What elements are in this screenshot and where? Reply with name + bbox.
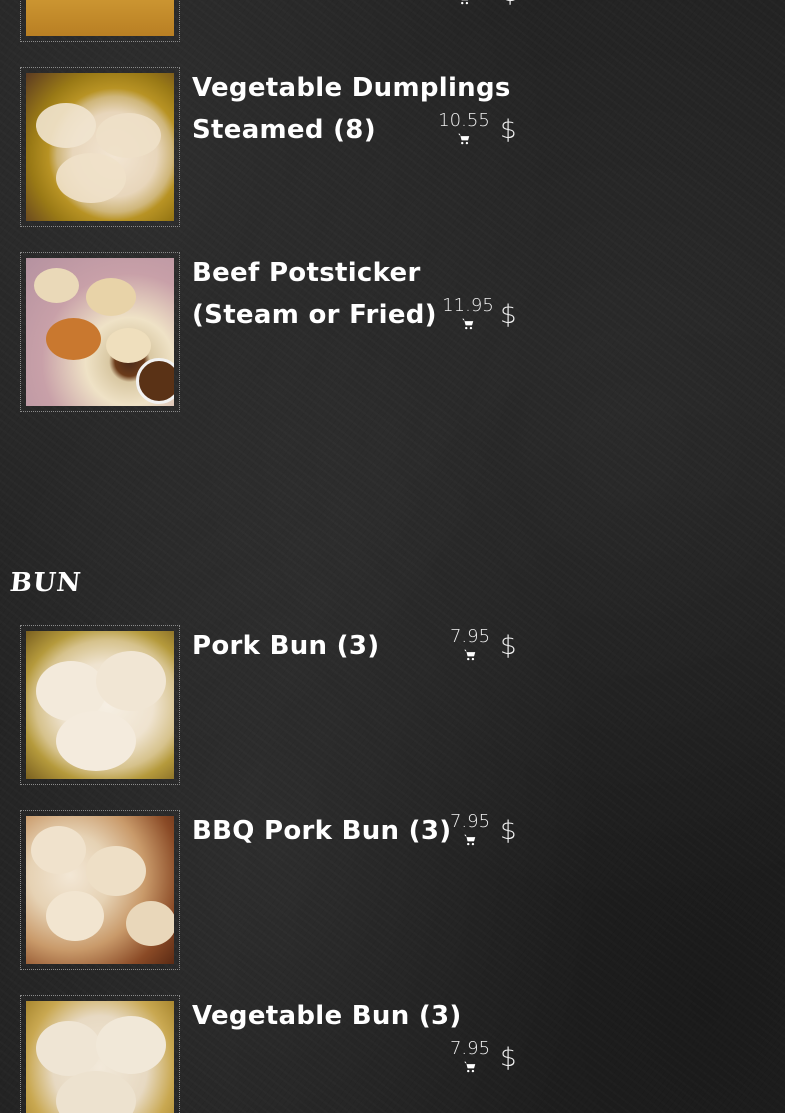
item-price: 7.95 <box>449 811 491 832</box>
currency-symbol: $ <box>500 631 517 661</box>
currency-symbol: $ <box>500 1043 517 1073</box>
price-box: 7.95 <box>440 811 500 847</box>
item-thumbnail[interactable] <box>20 810 180 970</box>
currency-symbol: $ <box>500 300 517 330</box>
item-price: 10.55 <box>438 110 490 131</box>
item-thumbnail[interactable] <box>20 252 180 412</box>
item-thumbnail[interactable] <box>20 995 180 1113</box>
price-box: 7.95 <box>440 626 500 662</box>
price-box: 7.95 <box>440 1038 500 1074</box>
menu-item[interactable]: Pork Bun (3) 7.95 $ <box>20 625 540 787</box>
section-title-bun: BUN <box>8 568 83 598</box>
item-photo <box>26 631 174 779</box>
shopping-cart-icon[interactable] <box>457 0 471 6</box>
currency-symbol: $ <box>500 816 517 846</box>
shopping-cart-icon[interactable] <box>463 648 477 662</box>
shopping-cart-icon[interactable] <box>463 833 477 847</box>
item-thumbnail[interactable] <box>20 67 180 227</box>
item-price: 11.95 <box>442 295 494 316</box>
currency-symbol: $ <box>500 115 517 145</box>
menu-item[interactable]: $ <box>20 0 540 42</box>
menu-item[interactable]: BBQ Pork Bun (3) 7.95 $ <box>20 810 540 972</box>
shopping-cart-icon[interactable] <box>457 132 471 146</box>
menu-item[interactable]: Vegetable Bun (3) 7.95 $ <box>20 995 540 1113</box>
item-name[interactable]: Vegetable Bun (3) <box>192 995 532 1037</box>
menu-item[interactable]: Vegetable Dumplings Steamed (8) 10.55 $ <box>20 67 540 229</box>
shopping-cart-icon[interactable] <box>461 317 475 331</box>
item-photo <box>26 258 174 406</box>
item-thumbnail[interactable] <box>20 0 180 42</box>
price-box: 11.95 <box>438 295 498 331</box>
item-photo <box>26 1001 174 1113</box>
item-thumbnail[interactable] <box>20 625 180 785</box>
price-box: 10.55 <box>434 110 494 146</box>
menu-item[interactable]: Beef Potsticker (Steam or Fried) 11.95 $ <box>20 252 540 414</box>
item-price: 7.95 <box>449 626 491 647</box>
item-photo <box>26 73 174 221</box>
price-box <box>434 0 494 6</box>
item-price: 7.95 <box>449 1038 491 1059</box>
shopping-cart-icon[interactable] <box>463 1060 477 1074</box>
item-photo <box>26 0 174 36</box>
item-photo <box>26 816 174 964</box>
currency-symbol: $ <box>502 0 519 8</box>
